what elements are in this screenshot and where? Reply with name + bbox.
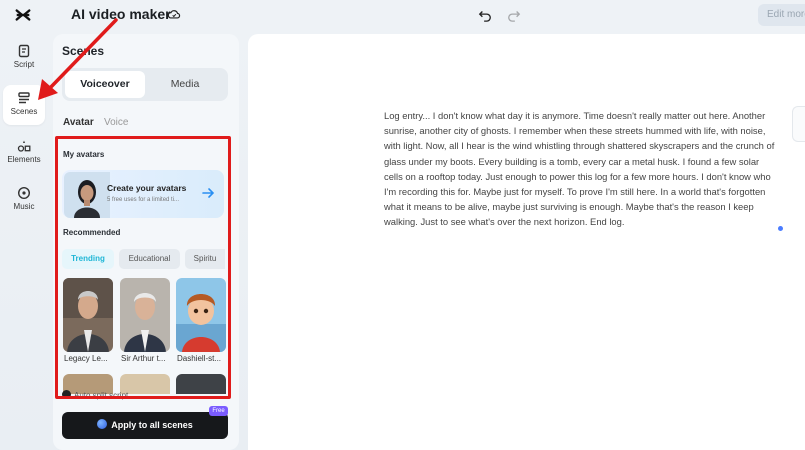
rail-label-scenes: Scenes xyxy=(10,107,38,116)
subtab-voice[interactable]: Voice xyxy=(104,117,128,128)
edit-more-button[interactable]: Edit more xyxy=(758,4,805,26)
annotation-highlight-box xyxy=(55,136,231,399)
cursor-marker-icon xyxy=(778,226,783,231)
scenes-title: Scenes xyxy=(62,44,105,58)
side-panel-handle[interactable] xyxy=(792,106,805,142)
rail-label-music: Music xyxy=(13,202,35,211)
music-icon xyxy=(17,186,31,200)
app-title: AI video maker xyxy=(71,6,171,22)
apply-button-label: Apply to all scenes xyxy=(111,420,193,430)
rail-item-script[interactable]: Script xyxy=(3,44,45,69)
cloud-save-icon[interactable] xyxy=(167,7,181,21)
rail-item-scenes[interactable]: Scenes xyxy=(3,85,45,125)
scenes-icon xyxy=(18,92,30,104)
script-icon xyxy=(18,44,30,58)
rail-label-elements: Elements xyxy=(7,155,41,164)
capcut-logo-icon[interactable] xyxy=(14,6,32,24)
redo-icon[interactable] xyxy=(507,8,521,22)
apply-to-all-scenes-button[interactable]: Apply to all scenes xyxy=(62,412,228,439)
script-text[interactable]: Log entry... I don't know what day it is… xyxy=(384,108,780,230)
elements-icon xyxy=(17,140,31,152)
rail-item-music[interactable]: Music xyxy=(3,186,45,211)
script-editor[interactable] xyxy=(248,34,805,450)
rail-item-elements[interactable]: Elements xyxy=(3,139,45,164)
undo-icon[interactable] xyxy=(478,8,492,22)
sparkle-icon xyxy=(97,419,108,429)
rail-label-script: Script xyxy=(13,60,35,69)
subtab-avatar[interactable]: Avatar xyxy=(63,117,94,128)
tab-voiceover[interactable]: Voiceover xyxy=(65,71,145,98)
tab-media[interactable]: Media xyxy=(145,71,225,98)
free-badge: Free xyxy=(209,406,228,416)
